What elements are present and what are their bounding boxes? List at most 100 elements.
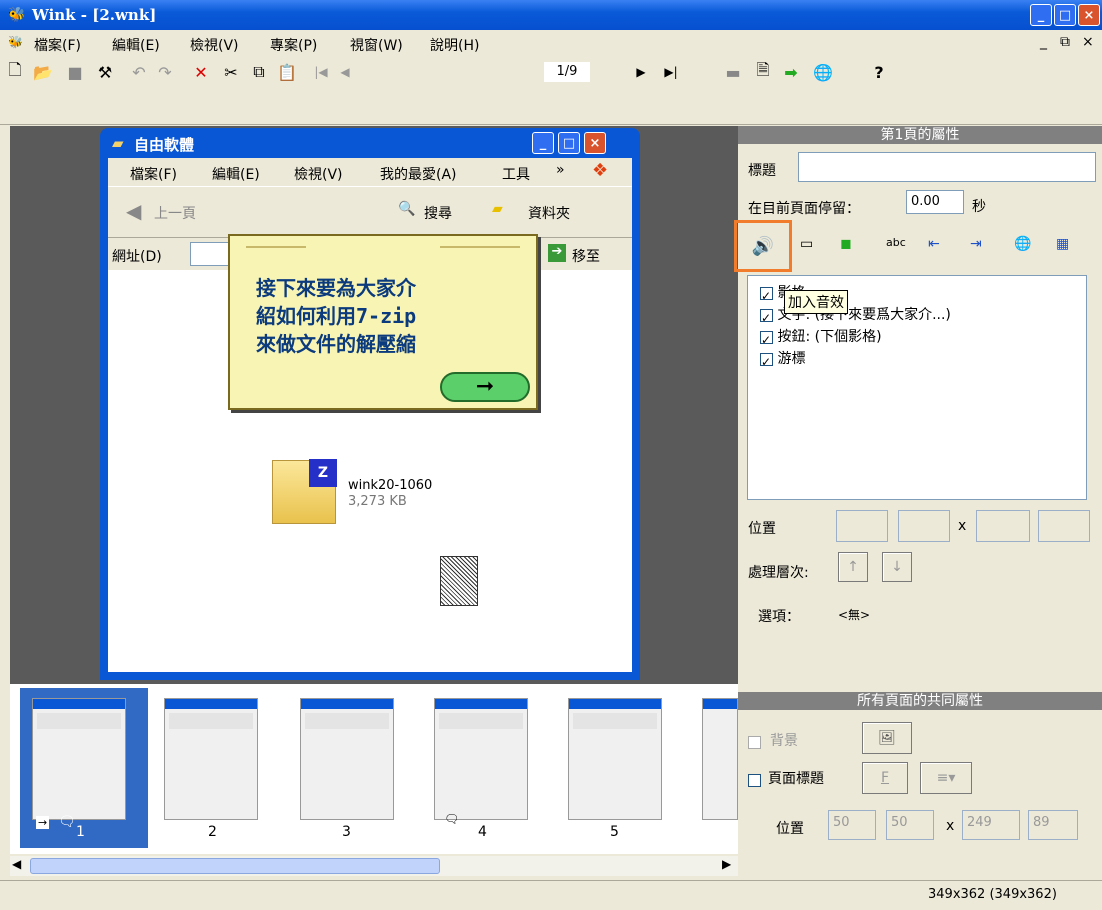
- common-size-w[interactable]: 249: [962, 810, 1020, 840]
- copy-icon[interactable]: ⧉: [248, 61, 270, 83]
- explorer-maximize-button[interactable]: □: [558, 132, 580, 154]
- mdi-minimize-button[interactable]: _: [1040, 34, 1047, 50]
- layer-order-label: 處理層次:: [748, 565, 809, 581]
- common-x-sep: x: [946, 818, 955, 834]
- background-checkbox[interactable]: [748, 734, 761, 750]
- mdi-close-button[interactable]: ×: [1082, 34, 1094, 50]
- size-h-input[interactable]: [1038, 510, 1090, 542]
- scroll-right-icon[interactable]: ▶: [722, 857, 731, 871]
- minimize-button[interactable]: _: [1030, 4, 1052, 26]
- size-w-input[interactable]: [976, 510, 1030, 542]
- layer-checkbox[interactable]: [760, 285, 773, 307]
- menu-project[interactable]: 專案(P): [270, 35, 317, 55]
- next-frame-button[interactable]: ➞: [440, 372, 530, 402]
- menu-file[interactable]: 檔案(F): [34, 35, 81, 55]
- layer-item[interactable]: 按鈕: (下個影格): [748, 326, 1086, 351]
- go-icon[interactable]: ➔: [548, 244, 566, 262]
- position-y-input[interactable]: [898, 510, 950, 542]
- add-button-right-icon[interactable]: ⇥: [970, 236, 982, 252]
- scroll-left-icon[interactable]: ◀: [12, 857, 21, 871]
- redo-icon[interactable]: ↷: [154, 61, 176, 83]
- layer-down-button[interactable]: ↓: [882, 552, 912, 582]
- build-icon[interactable]: ⚒: [94, 61, 116, 83]
- delete-icon[interactable]: ✕: [190, 61, 212, 83]
- close-button[interactable]: ×: [1078, 4, 1100, 26]
- explorer-menu-tools[interactable]: 工具: [502, 164, 530, 184]
- undo-icon[interactable]: ↶: [128, 61, 150, 83]
- folders-label[interactable]: 資料夾: [528, 203, 570, 223]
- globe-icon[interactable]: 🌐: [812, 61, 834, 83]
- common-size-h[interactable]: 89: [1028, 810, 1078, 840]
- add-image-icon[interactable]: ▭: [800, 236, 813, 252]
- help-icon[interactable]: ?: [868, 61, 890, 83]
- frame-thumbnail[interactable]: [434, 698, 528, 820]
- add-web-icon[interactable]: 🌐: [1014, 236, 1031, 252]
- text-box[interactable]: 接下來要為大家介 紹如何利用7-zip 來做文件的解壓縮 ➞: [228, 234, 538, 410]
- add-button-left-icon[interactable]: ⇤: [928, 236, 940, 252]
- align-dropdown[interactable]: ≡▾: [920, 762, 972, 794]
- preview-icon[interactable]: ▬: [722, 61, 744, 83]
- add-text-icon[interactable]: abc: [886, 236, 906, 249]
- menu-bar: 🐝 檔案(F) 編輯(E) 檢視(V) 專案(P) 視窗(W) 說明(H) _ …: [0, 30, 1102, 57]
- frame-thumbnail[interactable]: [300, 698, 394, 820]
- add-group-icon[interactable]: ▦: [1056, 236, 1069, 252]
- mdi-restore-button[interactable]: ⧉: [1060, 34, 1070, 50]
- explorer-menu-edit[interactable]: 編輯(E): [212, 164, 260, 184]
- position-x-input[interactable]: [836, 510, 888, 542]
- page-indicator[interactable]: 1/9: [544, 62, 590, 82]
- layer-checkbox[interactable]: [760, 307, 773, 329]
- search-label[interactable]: 搜尋: [424, 203, 452, 223]
- layer-checkbox[interactable]: [760, 351, 773, 373]
- back-icon[interactable]: ◀: [126, 199, 141, 223]
- frame-thumbnail[interactable]: [164, 698, 258, 820]
- render-icon[interactable]: 🗎: [752, 60, 774, 83]
- frame-thumbnail[interactable]: [32, 698, 126, 820]
- explorer-menu-favorites[interactable]: 我的最愛(A): [380, 164, 457, 184]
- cursor-placeholder[interactable]: [440, 556, 478, 606]
- folders-icon[interactable]: ▰: [492, 201, 503, 217]
- explorer-menu-file[interactable]: 檔案(F): [130, 164, 177, 184]
- background-image-button[interactable]: 🖼: [862, 722, 912, 754]
- frame-thumbnail[interactable]: [702, 698, 738, 820]
- add-shape-icon[interactable]: ◼: [840, 236, 852, 252]
- add-sound-button[interactable]: 🔊: [734, 220, 792, 272]
- go-label[interactable]: 移至: [572, 246, 600, 266]
- save-icon[interactable]: ■: [64, 61, 86, 83]
- title-input[interactable]: [798, 152, 1096, 182]
- page-title-checkbox[interactable]: [748, 772, 761, 788]
- back-label[interactable]: 上一頁: [154, 203, 196, 223]
- explorer-menu-more[interactable]: »: [556, 162, 565, 178]
- menu-view[interactable]: 檢視(V): [190, 35, 239, 55]
- layer-up-button[interactable]: ↑: [838, 552, 868, 582]
- cut-icon[interactable]: ✂: [220, 61, 242, 83]
- toolbar: 🗋 📂 ■ ⚒ ↶ ↷ ✕ ✂ ⧉ 📋 |◀ ◀ 1/9 ▶ ▶| ▬ 🗎 ➡ …: [0, 57, 1102, 125]
- arrow-icon[interactable]: ➡: [780, 61, 802, 83]
- paste-icon[interactable]: 📋: [276, 61, 298, 83]
- next-frame-icon[interactable]: ▶: [630, 61, 652, 83]
- font-button[interactable]: F: [862, 762, 908, 794]
- layer-checkbox[interactable]: [760, 329, 773, 351]
- open-icon[interactable]: 📂: [32, 61, 54, 83]
- layer-label: 游標: [777, 351, 806, 367]
- menu-help[interactable]: 說明(H): [430, 35, 479, 55]
- common-pos-y[interactable]: 50: [886, 810, 934, 840]
- explorer-minimize-button[interactable]: _: [532, 132, 554, 154]
- frame-thumbnail[interactable]: [568, 698, 662, 820]
- scroll-thumb[interactable]: [30, 858, 440, 874]
- stay-input[interactable]: 0.00: [906, 190, 964, 214]
- layer-item[interactable]: 游標: [748, 348, 1086, 373]
- maximize-button[interactable]: □: [1054, 4, 1076, 26]
- explorer-close-button[interactable]: ×: [584, 132, 606, 154]
- search-icon[interactable]: 🔍: [398, 201, 415, 217]
- last-frame-icon[interactable]: ▶|: [660, 61, 682, 83]
- filmstrip-scrollbar[interactable]: ◀ ▶: [10, 856, 738, 876]
- file-name[interactable]: wink20-1060: [348, 478, 432, 493]
- zip-file-icon[interactable]: Z: [272, 459, 337, 524]
- first-frame-icon[interactable]: |◀: [310, 61, 332, 83]
- prev-frame-icon[interactable]: ◀: [334, 61, 356, 83]
- menu-edit[interactable]: 編輯(E): [112, 35, 160, 55]
- new-icon[interactable]: 🗋: [4, 60, 26, 83]
- menu-window[interactable]: 視窗(W): [350, 35, 403, 55]
- common-pos-x[interactable]: 50: [828, 810, 876, 840]
- explorer-menu-view[interactable]: 檢視(V): [294, 164, 343, 184]
